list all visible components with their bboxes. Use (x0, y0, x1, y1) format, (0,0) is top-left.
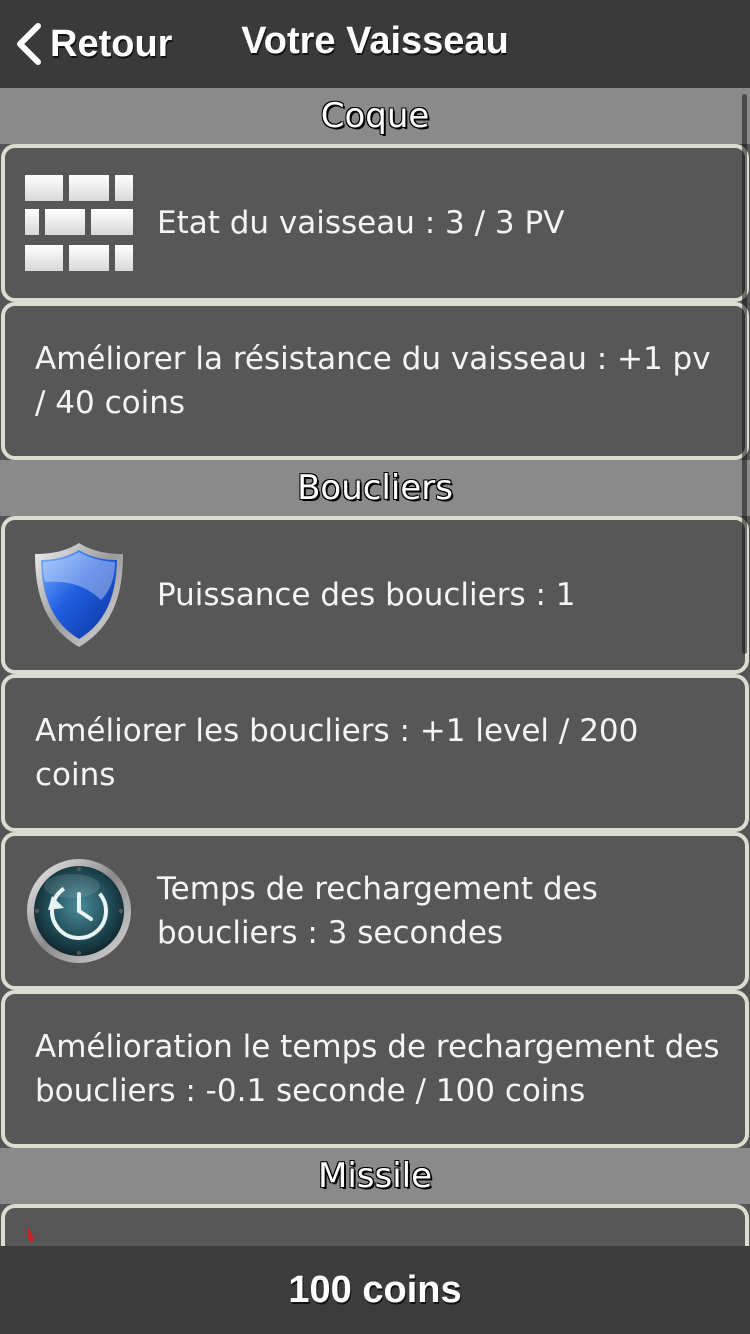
blue-shield-icon (23, 539, 135, 651)
missile-icon (27, 1226, 35, 1242)
vertical-scrollbar[interactable] (742, 94, 747, 654)
shield-power-text: Puissance des boucliers : 1 (157, 577, 576, 613)
upgrade-reload-button[interactable]: Amélioration le temps de rechargement de… (1, 990, 749, 1148)
upgrade-hull-text: Améliorer la résistance du vaisseau : +1… (35, 341, 711, 421)
upgrade-list[interactable]: Coque Etat du vaisseau : 3 / 3 PV Amélio… (0, 88, 750, 1246)
upgrade-reload-text: Amélioration le temps de rechargement de… (35, 1029, 720, 1109)
coins-bar: 100 coins (0, 1246, 750, 1334)
missile-cell[interactable] (1, 1204, 749, 1246)
page-title: Votre Vaisseau (241, 20, 509, 62)
section-header-missile: Missile (0, 1148, 750, 1204)
time-machine-clock-icon (23, 855, 135, 967)
upgrade-shields-text: Améliorer les boucliers : +1 level / 200… (35, 713, 639, 793)
shield-power-cell[interactable]: Puissance des boucliers : 1 (1, 516, 749, 674)
upgrade-shields-button[interactable]: Améliorer les boucliers : +1 level / 200… (1, 674, 749, 832)
navigation-bar: Retour Votre Vaisseau (0, 0, 750, 88)
hull-status-text: Etat du vaisseau : 3 / 3 PV (157, 205, 565, 241)
hull-status-cell[interactable]: Etat du vaisseau : 3 / 3 PV (1, 144, 749, 302)
section-header-shields: Boucliers (0, 460, 750, 516)
section-header-hull: Coque (0, 88, 750, 144)
upgrade-hull-button[interactable]: Améliorer la résistance du vaisseau : +1… (1, 302, 749, 460)
coins-balance: 100 coins (288, 1269, 462, 1311)
shield-reload-text: Temps de rechargement des boucliers : 3 … (157, 871, 598, 951)
shield-reload-cell[interactable]: Temps de rechargement des boucliers : 3 … (1, 832, 749, 990)
brick-wall-icon (23, 167, 135, 279)
